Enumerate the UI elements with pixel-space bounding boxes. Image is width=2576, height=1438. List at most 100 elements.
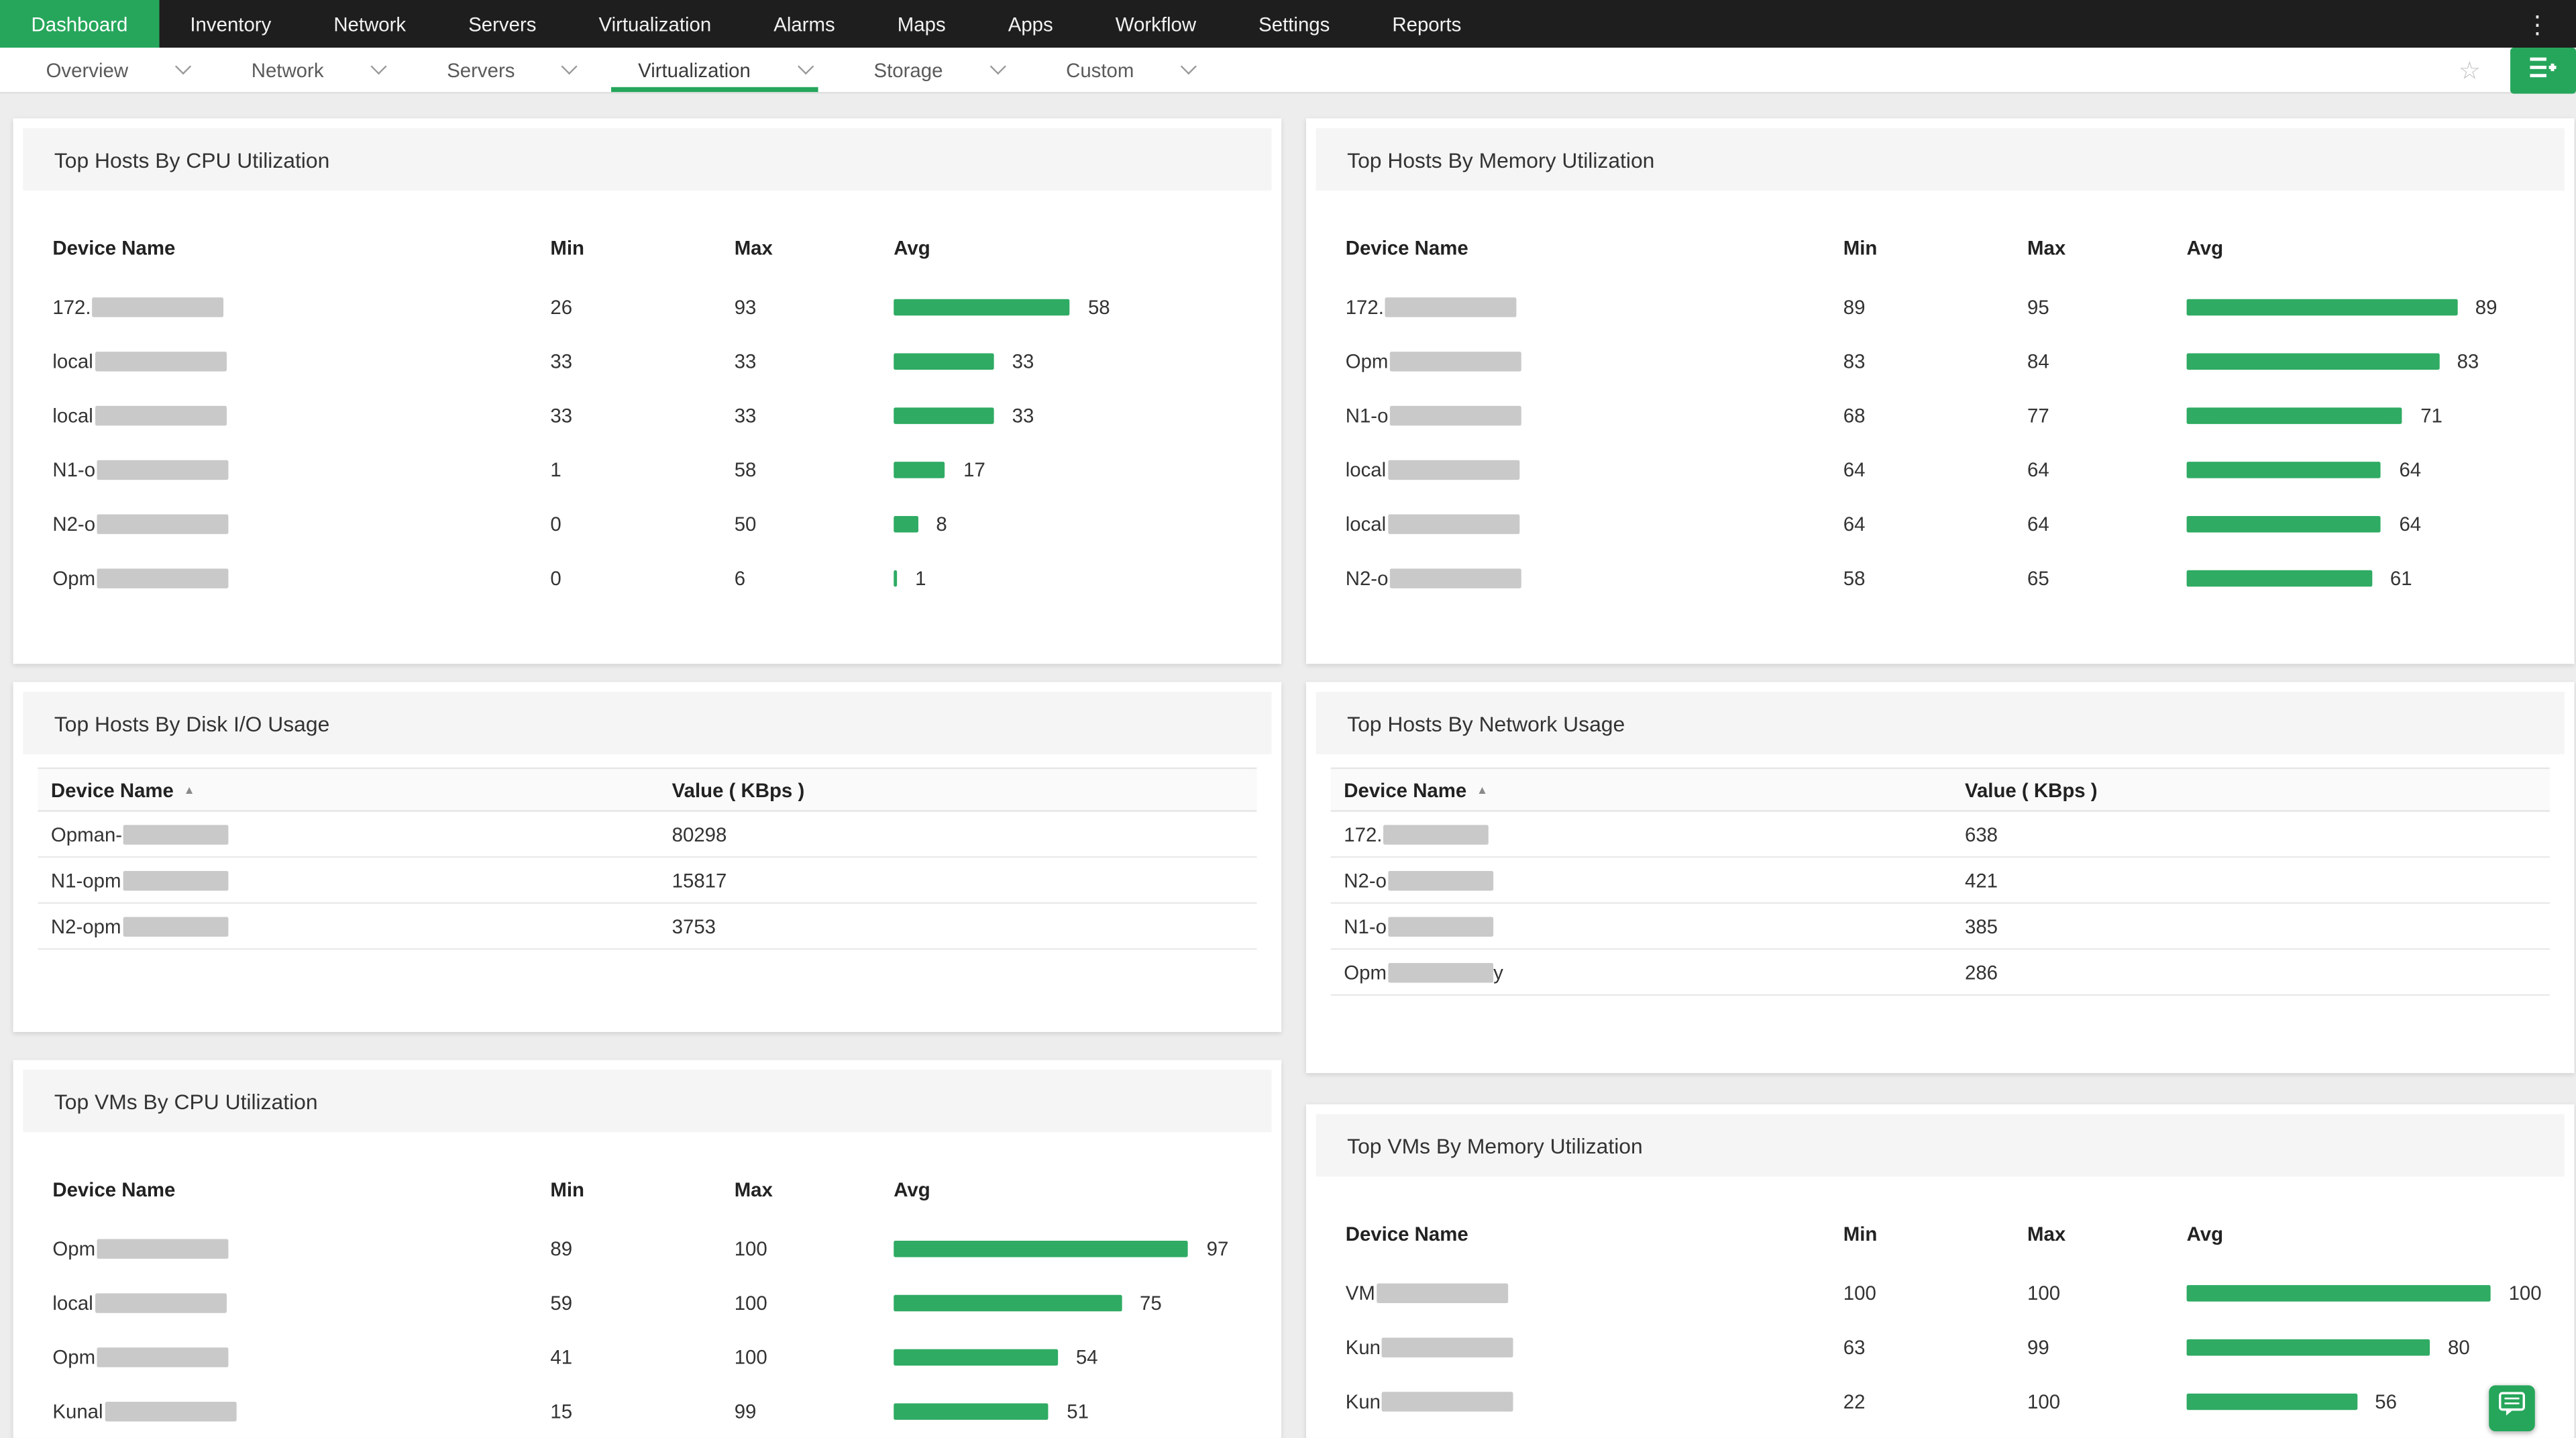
star-icon[interactable]: ☆: [2459, 55, 2481, 85]
app-window: Dashboard Inventory Network Servers Virtuali…: [0, 0, 2576, 1438]
device-name-suffix: y: [1493, 960, 1503, 984]
chat-button[interactable]: [2489, 1385, 2535, 1432]
topnav-item-network[interactable]: Network: [303, 0, 437, 48]
topnav-item-virtualization[interactable]: Virtualization: [568, 0, 743, 48]
max-value: 58: [734, 458, 757, 481]
widget-title: Top Hosts By Disk I/O Usage: [54, 711, 330, 735]
device-name: N1-o: [1346, 403, 1843, 427]
avg-bar-cell: 58: [894, 295, 1242, 318]
max-value: 77: [2027, 403, 2049, 427]
widget-top-hosts-network: Top Hosts By Network Usage Device Name ▲ V…: [1305, 682, 2575, 1074]
avg-value: 17: [963, 458, 985, 481]
topnav-item-maps[interactable]: Maps: [866, 0, 977, 48]
vertical-dots-icon[interactable]: ⋮: [2499, 0, 2576, 48]
column-header-device-name: Device Name: [1345, 236, 1468, 260]
sort-asc-icon[interactable]: ▲: [1477, 784, 1488, 796]
redacted-text: [95, 405, 227, 425]
column-header-value-kbps-[interactable]: Value ( KBps ): [1965, 778, 2536, 801]
device-name: N2-opm: [51, 915, 672, 937]
device-name: local: [52, 349, 550, 372]
table-row: N1-opm 15817: [38, 858, 1257, 904]
add-dashboard-button[interactable]: [2510, 46, 2576, 93]
table-row: N2-o 421: [1330, 858, 2550, 904]
table-row: Opm 83 84 83: [1346, 333, 2535, 388]
redacted-text: [1389, 405, 1521, 425]
min-value: 89: [1843, 295, 1866, 318]
avg-bar-cell: 61: [2186, 566, 2535, 589]
avg-bar-cell: 97: [894, 1237, 1242, 1260]
column-header-device-name: Device Name: [52, 236, 176, 260]
tab-custom[interactable]: Custom: [1020, 48, 1212, 92]
table-row: Kun 63 99 80: [1346, 1320, 2535, 1374]
avg-bar-cell: 56: [2186, 1390, 2535, 1413]
chevron-down-icon: [797, 58, 814, 75]
device-name-prefix: local: [1345, 511, 1387, 535]
device-name-prefix: local: [52, 1290, 93, 1314]
avg-bar: [894, 515, 918, 532]
min-value: 0: [550, 566, 561, 589]
sort-asc-icon[interactable]: ▲: [184, 784, 195, 796]
avg-value: 33: [1012, 403, 1034, 427]
avg-bar-cell: 33: [894, 349, 1242, 372]
column-header-min: Min: [1843, 236, 1878, 260]
avg-value: 89: [2475, 295, 2498, 318]
device-name: local: [1346, 512, 1843, 535]
table-row: N2-opm 3753: [38, 904, 1257, 950]
tab-network[interactable]: Network: [205, 48, 400, 92]
topnav-item-servers[interactable]: Servers: [437, 0, 568, 48]
min-value: 41: [550, 1345, 573, 1368]
topnav-item-settings[interactable]: Settings: [1228, 0, 1361, 48]
topnav-item-inventory[interactable]: Inventory: [159, 0, 303, 48]
tab-virtualization[interactable]: Virtualization: [592, 48, 828, 93]
min-value: 33: [550, 349, 573, 372]
value: 286: [1964, 960, 1998, 984]
table-row: local 33 33 33: [52, 333, 1242, 388]
redacted-text: [1385, 297, 1517, 317]
avg-bar: [2186, 1284, 2491, 1301]
widget-top-vms-memory: Top VMs By Memory Utilization Device Nam…: [1305, 1104, 2575, 1438]
max-value: 84: [2027, 349, 2049, 372]
chevron-down-icon: [1181, 58, 1197, 75]
avg-value: 51: [1067, 1399, 1089, 1423]
redacted-text: [1389, 350, 1521, 371]
chevron-down-icon: [370, 58, 387, 75]
tab-servers[interactable]: Servers: [401, 48, 592, 92]
max-value: 100: [2027, 1280, 2061, 1304]
widget-top-hosts-cpu: Top Hosts By CPU Utilization Device Name…: [13, 118, 1282, 664]
topnav-item-workflow[interactable]: Workflow: [1084, 0, 1227, 48]
column-header-value-kbps-[interactable]: Value ( KBps ): [672, 778, 1244, 801]
device-name: 172.: [1344, 823, 1965, 845]
topnav-item-apps[interactable]: Apps: [977, 0, 1084, 48]
device-name-prefix: Kun: [1345, 1389, 1381, 1413]
device-name: Opman-: [51, 823, 672, 845]
tab-storage[interactable]: Storage: [828, 48, 1020, 92]
tab-label: Overview: [46, 58, 129, 82]
redacted-text: [1388, 962, 1494, 982]
column-header-max: Max: [734, 236, 773, 260]
widget-table: Device Name Min Max Avg 172. 26 93 58 local 33 33 3…: [13, 191, 1282, 605]
avg-bar-cell: 100: [2186, 1281, 2542, 1304]
topnav-item-reports[interactable]: Reports: [1361, 0, 1493, 48]
table-row: N1-o 1 58 17: [52, 442, 1242, 497]
device-name-prefix: N1-o: [52, 458, 96, 481]
topnav-item-dashboard[interactable]: Dashboard: [0, 0, 159, 48]
min-value: 68: [1843, 403, 1866, 427]
column-header-device-name: Device Name: [52, 1178, 176, 1202]
device-name: N1-o: [52, 458, 550, 480]
avg-bar: [894, 1239, 1189, 1257]
avg-bar: [894, 298, 1071, 315]
topnav-item-alarms[interactable]: Alarms: [743, 0, 867, 48]
avg-value: 8: [936, 511, 947, 535]
tab-overview[interactable]: Overview: [0, 48, 205, 92]
device-name: Opm y: [1344, 960, 1965, 983]
device-name-prefix: N2-opm: [50, 914, 121, 938]
redacted-text: [97, 459, 229, 479]
avg-bar: [894, 1402, 1049, 1419]
max-value: 100: [2027, 1389, 2061, 1413]
min-value: 15: [550, 1399, 573, 1423]
column-header-device-name[interactable]: Device Name ▲: [1344, 778, 1965, 801]
device-name: Opm: [52, 1345, 550, 1368]
widget-top-hosts-disk: Top Hosts By Disk I/O Usage Device Name ▲…: [13, 682, 1282, 1032]
avg-bar-cell: 64: [2186, 458, 2535, 480]
column-header-device-name[interactable]: Device Name ▲: [51, 778, 672, 801]
